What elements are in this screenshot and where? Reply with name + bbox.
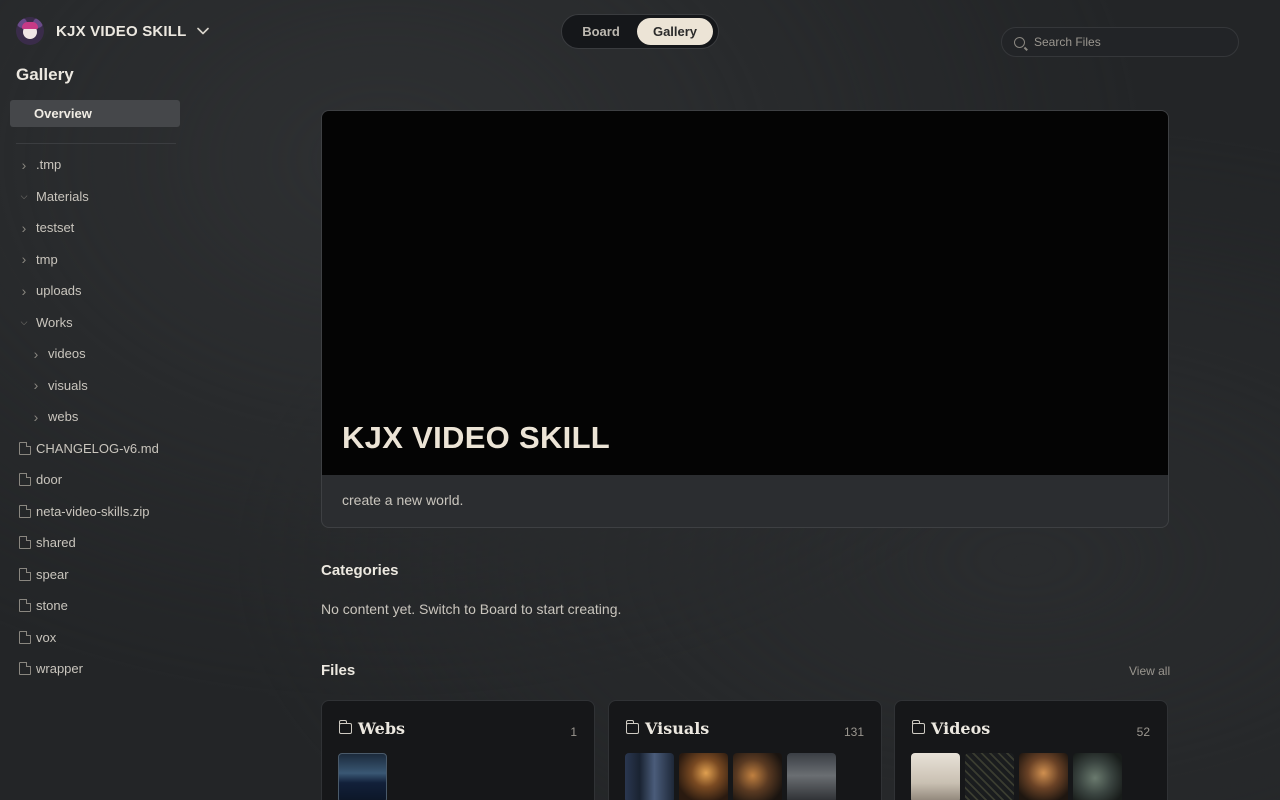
tree-item-label: uploads — [36, 283, 82, 299]
tree-item-label: .tmp — [36, 157, 62, 173]
file-tree: › .tmp ⌵ Materials › testset › tmp › uploads ⌵ Work… — [0, 149, 200, 685]
thumbnail[interactable] — [338, 753, 387, 800]
chevron-right-icon[interactable]: › — [30, 377, 42, 393]
thumbnail[interactable] — [965, 753, 1014, 800]
tree-item-uploads[interactable]: › uploads — [0, 275, 200, 307]
tree-item-label: testset — [36, 220, 75, 236]
tree-item-tmp[interactable]: › tmp — [0, 244, 200, 276]
tab-board[interactable]: Board — [565, 18, 637, 45]
tree-item-label: shared — [36, 535, 76, 551]
chevron-right-icon[interactable]: › — [18, 283, 30, 299]
file-icon — [19, 630, 31, 644]
chevron-down-icon[interactable] — [194, 22, 212, 40]
tree-item-materials[interactable]: ⌵ Materials — [0, 181, 200, 213]
hero-description: create a new world. — [342, 492, 464, 508]
folder-card-visuals[interactable]: Visuals 131 — [608, 700, 882, 800]
thumbnail[interactable] — [1019, 753, 1068, 800]
sidebar: KJX VIDEO SKILL Gallery Overview › .tmp ⌵ M… — [0, 0, 209, 800]
tree-item-label: CHANGELOG-v6.md — [36, 440, 159, 456]
app-name: KJX VIDEO SKILL — [56, 22, 187, 40]
thumbnail[interactable] — [679, 753, 728, 800]
chevron-down-icon[interactable]: ⌵ — [18, 191, 30, 202]
hero-title: KJX VIDEO SKILL — [342, 420, 611, 455]
tree-item-wrapper[interactable]: wrapper — [0, 653, 200, 685]
thumbnail[interactable] — [733, 753, 782, 800]
tree-item-label: door — [36, 472, 63, 488]
folder-name: Visuals — [645, 719, 710, 738]
tree-item-neta-video-skills-zip[interactable]: neta-video-skills.zip — [0, 496, 200, 528]
tree-item-changelog-v6-md[interactable]: CHANGELOG-v6.md — [0, 433, 200, 465]
chevron-right-icon[interactable]: › — [18, 220, 30, 236]
tree-item-works[interactable]: ⌵ Works — [0, 307, 200, 339]
tree-item-label: webs — [48, 409, 79, 425]
tree-item-door[interactable]: door — [0, 464, 200, 496]
tree-item-label: wrapper — [36, 661, 83, 677]
categories-empty-text: No content yet. Switch to Board to start… — [321, 601, 622, 617]
folder-count: 1 — [570, 725, 577, 739]
tree-item-tmp[interactable]: › .tmp — [0, 149, 200, 181]
hero-banner: KJX VIDEO SKILL create a new world. — [321, 110, 1169, 528]
categories-title: Categories — [321, 562, 399, 579]
files-title: Files — [321, 662, 356, 679]
thumbnail[interactable] — [787, 753, 836, 800]
thumbnail[interactable] — [625, 753, 674, 800]
tree-item-label: vox — [36, 629, 57, 645]
thumbnail[interactable] — [911, 753, 960, 800]
tree-item-label: neta-video-skills.zip — [36, 503, 150, 519]
sidebar-title: Gallery — [16, 65, 74, 84]
file-icon — [19, 599, 31, 613]
workspace-switcher[interactable]: KJX VIDEO SKILL — [16, 17, 209, 45]
folder-icon — [625, 720, 639, 734]
thumbnail[interactable] — [1073, 753, 1122, 800]
tree-item-label: Materials — [36, 188, 89, 204]
folder-name: Videos — [931, 719, 991, 738]
view-all-link[interactable]: View all — [1129, 664, 1170, 678]
sidebar-item-overview[interactable]: Overview — [10, 100, 180, 127]
chevron-right-icon[interactable]: › — [30, 346, 42, 362]
tree-item-vox[interactable]: vox — [0, 622, 200, 654]
chevron-right-icon[interactable]: › — [18, 251, 30, 267]
folder-card-videos[interactable]: Videos 52 — [894, 700, 1168, 800]
sidebar-divider — [16, 143, 176, 144]
tree-item-label: tmp — [36, 251, 58, 267]
file-icon — [19, 504, 31, 518]
folder-icon — [911, 720, 925, 734]
search-input[interactable] — [1034, 35, 1224, 49]
tree-item-label: visuals — [48, 377, 88, 393]
file-icon — [19, 473, 31, 487]
tab-gallery[interactable]: Gallery — [637, 18, 713, 45]
tree-item-label: stone — [36, 598, 68, 614]
tree-item-webs[interactable]: › webs — [0, 401, 200, 433]
folder-card-webs[interactable]: Webs 1 — [321, 700, 595, 800]
file-icon — [19, 441, 31, 455]
folder-count: 52 — [1136, 725, 1150, 739]
tree-item-label: spear — [36, 566, 69, 582]
tree-item-stone[interactable]: stone — [0, 590, 200, 622]
app-logo-icon — [16, 17, 44, 45]
tree-item-testset[interactable]: › testset — [0, 212, 200, 244]
search-icon — [1014, 36, 1025, 48]
chevron-down-icon[interactable]: ⌵ — [18, 317, 30, 328]
chevron-right-icon[interactable]: › — [18, 157, 30, 173]
tree-item-spear[interactable]: spear — [0, 559, 200, 591]
folder-name: Webs — [358, 719, 406, 738]
tree-item-shared[interactable]: shared — [0, 527, 200, 559]
folder-count: 131 — [843, 725, 864, 739]
search-box[interactable] — [1001, 27, 1239, 57]
view-toggle: Board Gallery — [561, 14, 719, 49]
file-icon — [19, 536, 31, 550]
file-icon — [19, 662, 31, 676]
tree-item-label: Works — [36, 314, 73, 330]
folder-icon — [338, 720, 352, 734]
tree-item-label: videos — [48, 346, 86, 362]
chevron-right-icon[interactable]: › — [30, 409, 42, 425]
tree-item-visuals[interactable]: › visuals — [0, 370, 200, 402]
tree-item-videos[interactable]: › videos — [0, 338, 200, 370]
file-icon — [19, 567, 31, 581]
